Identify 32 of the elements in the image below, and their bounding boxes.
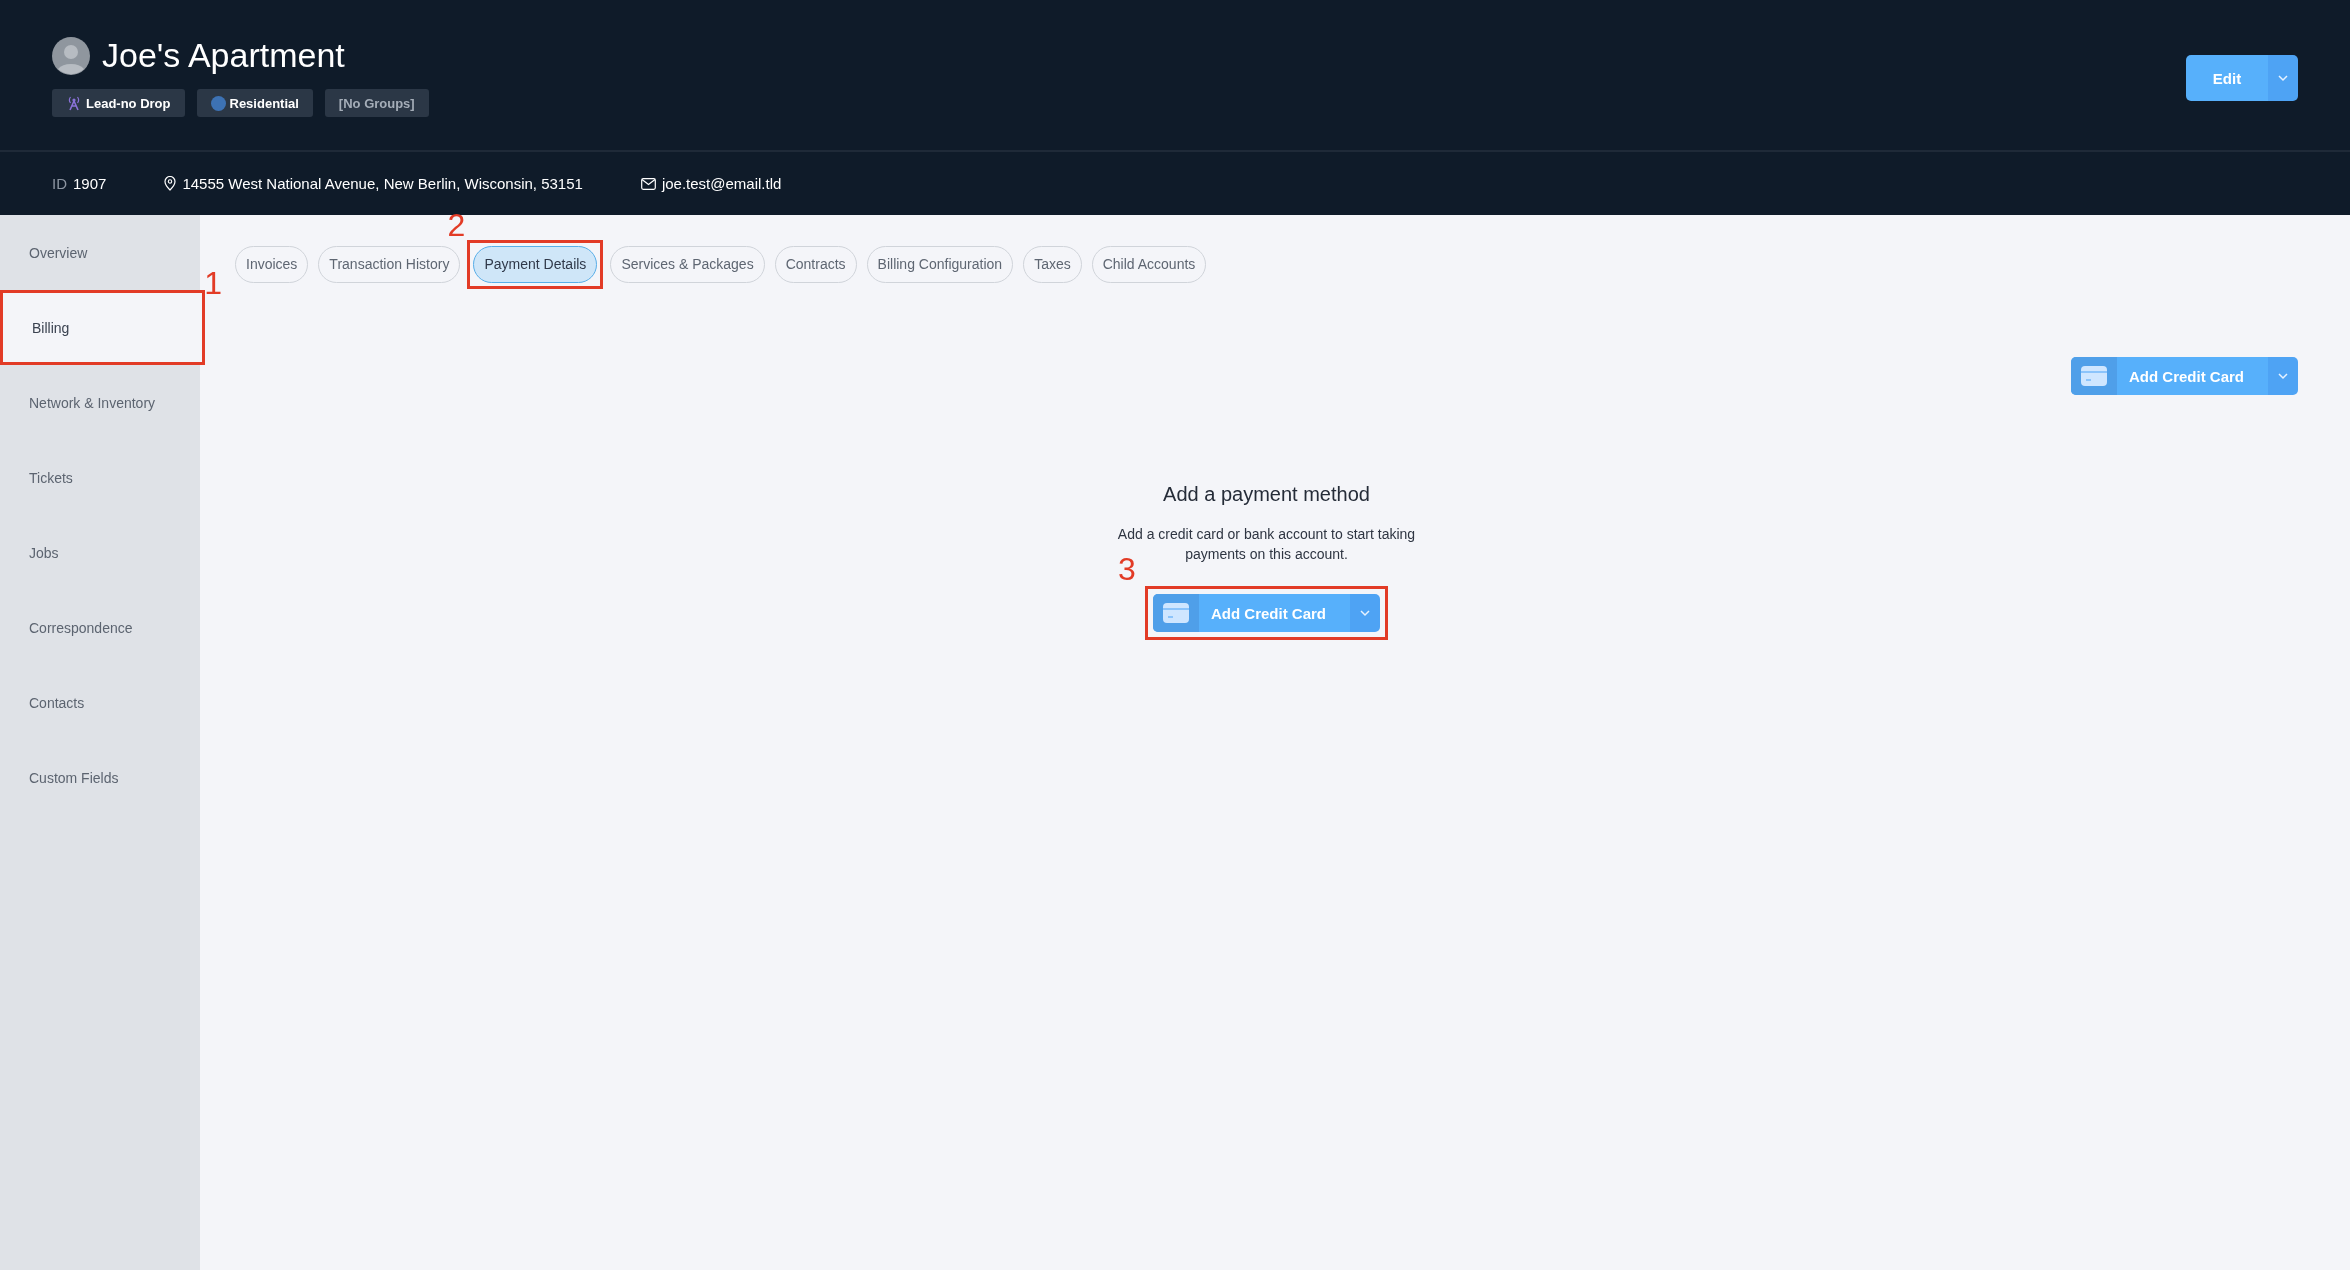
annotation-number: 2 <box>447 208 466 241</box>
chevron-down-icon <box>1359 609 1371 617</box>
credit-card-icon <box>2081 366 2107 386</box>
tab[interactable]: Payment Details <box>473 245 598 283</box>
location-pin-icon <box>164 176 177 191</box>
mail-icon <box>640 177 656 190</box>
dropdown-button[interactable] <box>2268 55 2298 101</box>
credit-card-icon <box>1163 603 1189 623</box>
sidebar-item[interactable]: Jobs <box>0 515 200 590</box>
tag: Lead-no Drop <box>52 89 185 117</box>
email-text: joe.test@email.tld <box>661 175 782 192</box>
sidebar-item[interactable]: Overview <box>0 215 200 290</box>
tag: Residential <box>196 89 313 117</box>
sidebar-item[interactable]: Network & Inventory <box>0 365 200 440</box>
circle-icon <box>210 95 226 111</box>
chevron-down-icon <box>2277 372 2289 380</box>
annotation-number: 1 <box>204 267 222 299</box>
dropdown-button[interactable] <box>2268 357 2298 395</box>
sidebar-item[interactable]: Correspondence <box>0 590 200 665</box>
tag: [No Groups] <box>324 89 429 117</box>
empty-state-title: Add a payment method <box>1163 483 1370 506</box>
avatar-icon <box>52 36 90 75</box>
dropdown-button[interactable] <box>1350 594 1380 632</box>
account-title: Joe's Apartment <box>102 36 345 75</box>
sidebar-item[interactable]: Custom Fields <box>0 740 200 815</box>
antenna-tower-icon <box>66 95 82 111</box>
address-text: 14555 West National Avenue, New Berlin, Wisconsin, 53151 <box>182 175 583 192</box>
sidebar-item[interactable]: Contacts <box>0 665 200 740</box>
sidebar-item[interactable]: Billing <box>3 293 202 362</box>
sidebar-item[interactable]: Tickets <box>0 440 200 515</box>
account-id: ID 1907 <box>52 175 107 192</box>
chevron-down-icon <box>2277 74 2289 82</box>
